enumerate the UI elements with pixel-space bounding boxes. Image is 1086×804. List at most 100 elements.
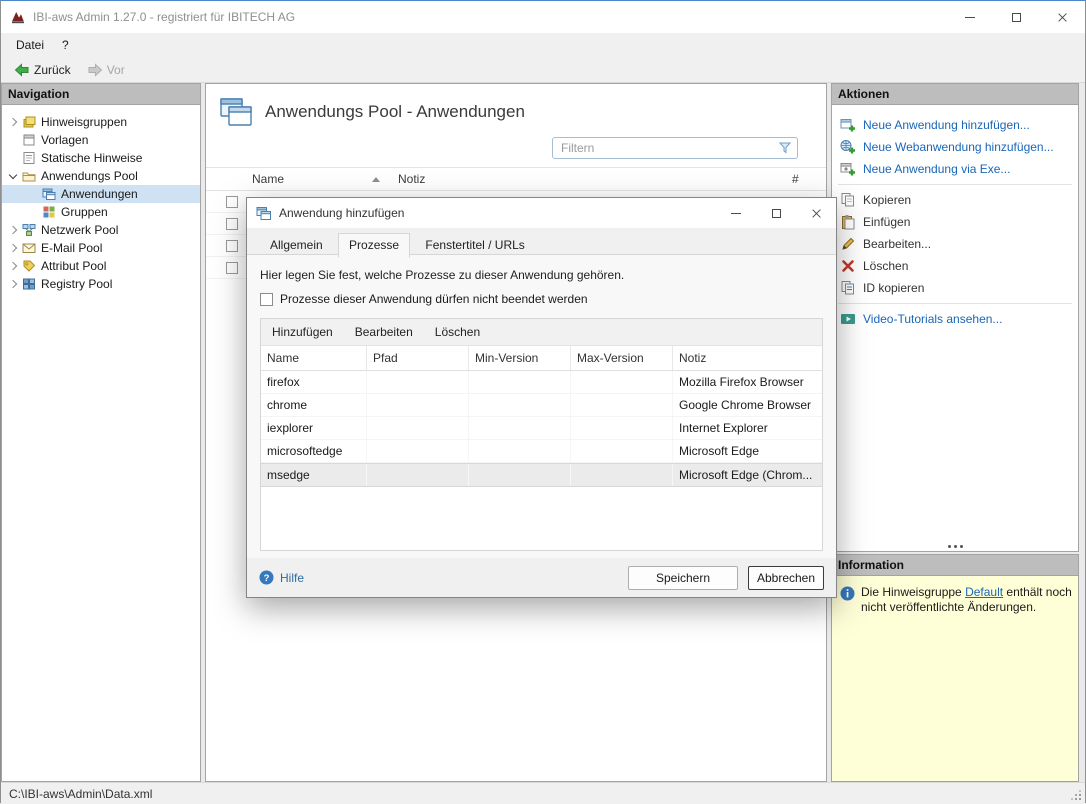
nav-item-email-pool[interactable]: E-Mail Pool — [2, 239, 200, 257]
nav-item-vorlagen[interactable]: Vorlagen — [2, 131, 200, 149]
cell-min-version — [469, 440, 571, 462]
column-header-name[interactable]: Name — [232, 172, 392, 186]
column-header-notiz[interactable]: Notiz — [673, 346, 822, 370]
close-icon — [1057, 12, 1068, 23]
window-title: IBI-aws Admin 1.27.0 - registriert für I… — [33, 10, 295, 24]
edit-process-button[interactable]: Bearbeiten — [344, 320, 424, 344]
nav-item-gruppen[interactable]: Gruppen — [2, 203, 200, 221]
action-label: Löschen — [863, 259, 908, 273]
chevron-right-icon[interactable] — [6, 223, 20, 237]
chevron-down-icon[interactable] — [6, 169, 20, 183]
action-neue-webanwendung-hinzufuegen[interactable]: Neue Webanwendung hinzufügen... — [832, 136, 1078, 158]
action-neue-anwendung-via-exe[interactable]: Neue Anwendung via Exe... — [832, 158, 1078, 180]
default-group-link[interactable]: Default — [965, 585, 1003, 599]
delete-icon — [840, 258, 856, 274]
dialog-minimize-button[interactable] — [716, 198, 756, 228]
table-row-iexplorer[interactable]: iexplorer Internet Explorer — [261, 417, 822, 440]
forward-button[interactable]: Vor — [80, 60, 132, 80]
action-list: Neue Anwendung hinzufügen... Neue Webanw… — [832, 105, 1078, 330]
nav-item-statische-hinweise[interactable]: Statische Hinweise — [2, 149, 200, 167]
dialog-maximize-button[interactable] — [756, 198, 796, 228]
menubar: Datei ? — [1, 33, 1085, 57]
separator — [838, 184, 1072, 185]
cell-max-version — [571, 394, 673, 416]
table-row-firefox[interactable]: firefox Mozilla Firefox Browser — [261, 371, 822, 394]
row-checkbox[interactable] — [226, 262, 238, 274]
help-link-label: Hilfe — [280, 571, 304, 585]
action-video-tutorials[interactable]: Video-Tutorials ansehen... — [832, 308, 1078, 330]
column-header-name[interactable]: Name — [261, 346, 367, 370]
dialog-footer: ? Hilfe Speichern Abbrechen — [247, 558, 836, 597]
table-row-msedge[interactable]: msedge Microsoft Edge (Chrom... — [261, 463, 822, 487]
action-id-kopieren[interactable]: ID kopieren — [832, 277, 1078, 299]
cell-min-version — [469, 417, 571, 439]
nav-item-hinweisgruppen[interactable]: Hinweisgruppen — [2, 113, 200, 131]
main-header: Anwendungs Pool - Anwendungen — [206, 84, 826, 131]
no-terminate-checkbox-row[interactable]: Prozesse dieser Anwendung dürfen nicht b… — [260, 292, 823, 306]
table-row-microsoftedge[interactable]: microsoftedge Microsoft Edge — [261, 440, 822, 463]
filter-input[interactable] — [553, 139, 778, 157]
save-button[interactable]: Speichern — [628, 566, 738, 590]
cancel-button[interactable]: Abbrechen — [748, 566, 824, 590]
maximize-button[interactable] — [993, 1, 1039, 33]
cell-name: chrome — [261, 394, 367, 416]
nav-item-netzwerk-pool[interactable]: Netzwerk Pool — [2, 221, 200, 239]
chevron-right-icon[interactable] — [6, 259, 20, 273]
no-terminate-checkbox[interactable] — [260, 293, 273, 306]
cell-notiz: Mozilla Firefox Browser — [673, 371, 822, 393]
action-label: Neue Webanwendung hinzufügen... — [863, 140, 1054, 154]
nav-item-registry-pool[interactable]: Registry Pool — [2, 275, 200, 293]
email-pool-icon — [22, 241, 37, 255]
tab-fenstertitel-urls[interactable]: Fenstertitel / URLs — [414, 233, 535, 258]
column-header-max-version[interactable]: Max-Version — [571, 346, 673, 370]
dialog-close-button[interactable] — [796, 198, 836, 228]
table-row-chrome[interactable]: chrome Google Chrome Browser — [261, 394, 822, 417]
nav-item-attribut-pool[interactable]: Attribut Pool — [2, 257, 200, 275]
cell-min-version — [469, 394, 571, 416]
information-panel: Information Die Hinweisgruppe Default en… — [831, 554, 1079, 782]
row-checkbox[interactable] — [226, 240, 238, 252]
chevron-right-icon[interactable] — [6, 241, 20, 255]
tab-allgemein[interactable]: Allgemein — [259, 233, 334, 258]
column-header-min-version[interactable]: Min-Version — [469, 346, 571, 370]
add-application-exe-icon — [840, 161, 856, 177]
action-kopieren[interactable]: Kopieren — [832, 189, 1078, 211]
add-process-button[interactable]: Hinzufügen — [261, 320, 344, 344]
nav-item-label: Hinweisgruppen — [41, 115, 127, 129]
minimize-button[interactable] — [947, 1, 993, 33]
action-loeschen[interactable]: Löschen — [832, 255, 1078, 277]
help-link[interactable]: ? Hilfe — [259, 570, 304, 585]
process-table-toolbar: Hinzufügen Bearbeiten Löschen — [261, 319, 822, 346]
menu-datei[interactable]: Datei — [7, 35, 53, 55]
tab-prozesse[interactable]: Prozesse — [338, 233, 410, 258]
column-header-notiz[interactable]: Notiz — [392, 172, 782, 186]
action-label: ID kopieren — [863, 281, 924, 295]
action-bearbeiten[interactable]: Bearbeiten... — [832, 233, 1078, 255]
column-header-count[interactable]: # — [782, 172, 826, 186]
action-einfuegen[interactable]: Einfügen — [832, 211, 1078, 233]
chevron-right-icon[interactable] — [6, 277, 20, 291]
close-button[interactable] — [1039, 1, 1085, 33]
filter-funnel-icon[interactable] — [778, 141, 792, 155]
column-header-pfad[interactable]: Pfad — [367, 346, 469, 370]
action-neue-anwendung-hinzufuegen[interactable]: Neue Anwendung hinzufügen... — [832, 114, 1078, 136]
back-button-label: Zurück — [34, 63, 71, 77]
row-checkbox[interactable] — [226, 218, 238, 230]
cell-name: microsoftedge — [261, 440, 367, 462]
nav-item-label: E-Mail Pool — [41, 241, 102, 255]
back-button[interactable]: Zurück — [7, 60, 78, 80]
menu-help[interactable]: ? — [53, 35, 78, 55]
help-icon: ? — [259, 570, 274, 585]
navigation-panel: Navigation Hinweisgruppen Vorlagen Stati… — [1, 83, 201, 782]
cell-min-version — [469, 371, 571, 393]
information-text: Die Hinweisgruppe Default enthält noch n… — [861, 585, 1072, 781]
row-checkbox[interactable] — [226, 196, 238, 208]
delete-process-button[interactable]: Löschen — [424, 320, 491, 344]
nav-item-anwendungen[interactable]: Anwendungen — [2, 185, 200, 203]
resize-grip[interactable] — [1071, 790, 1081, 800]
nav-item-anwendungs-pool[interactable]: Anwendungs Pool — [2, 167, 200, 185]
overflow-dots-icon — [946, 545, 964, 548]
chevron-right-icon[interactable] — [6, 115, 20, 129]
dialog-titlebar[interactable]: Anwendung hinzufügen — [247, 198, 836, 228]
vorlagen-icon — [22, 133, 37, 147]
